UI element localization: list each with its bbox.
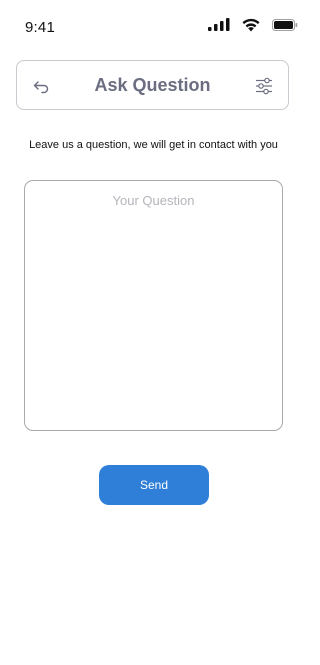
- intro-text: Leave us a question, we will get in cont…: [29, 139, 278, 151]
- wifi-icon: [242, 18, 260, 32]
- signal-icon: [208, 18, 230, 31]
- question-input[interactable]: [24, 180, 283, 431]
- back-arrow-icon[interactable]: [31, 76, 51, 96]
- status-bar: 9:41: [0, 0, 307, 50]
- battery-icon: [272, 19, 298, 31]
- status-time: 9:41: [25, 19, 55, 36]
- header-bar: Ask Question: [16, 60, 289, 110]
- filter-sliders-icon[interactable]: [254, 76, 274, 96]
- page-title: Ask Question: [94, 75, 211, 95]
- send-button[interactable]: Send: [99, 465, 209, 505]
